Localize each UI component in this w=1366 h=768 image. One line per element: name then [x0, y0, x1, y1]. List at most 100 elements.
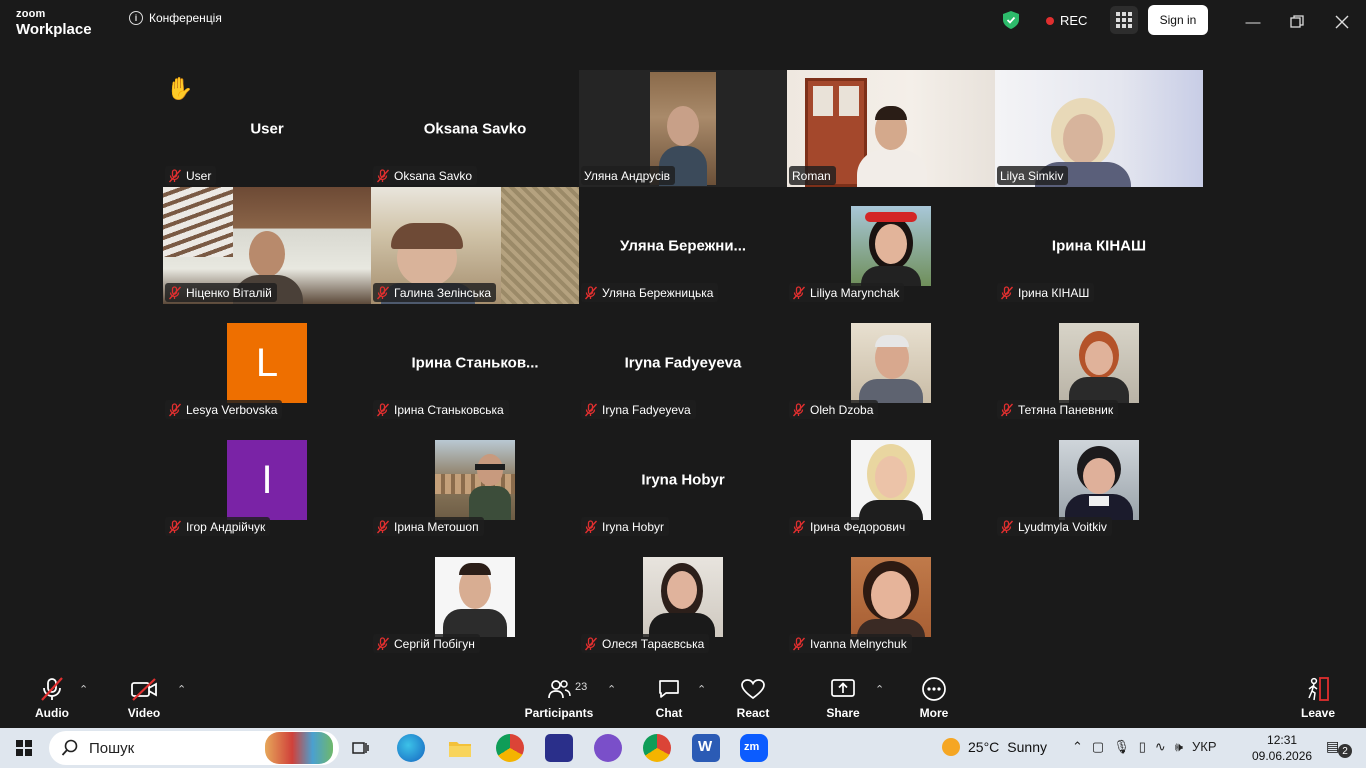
participant-tile[interactable]: Lyudmyla Voitkiv [995, 421, 1203, 538]
taskbar-clock[interactable]: 12:31 09.06.2026 [1252, 732, 1312, 764]
participant-nametag: Олеся Тараєвська [581, 634, 710, 653]
close-icon[interactable] [1330, 10, 1354, 34]
participant-tile[interactable]: Roman [787, 70, 995, 187]
chevron-up-icon[interactable]: ⌃ [1072, 739, 1083, 755]
react-button[interactable]: React [718, 676, 788, 720]
mic-muted-icon [1000, 402, 1014, 417]
file-explorer-icon[interactable] [446, 734, 474, 762]
participant-nametag: Ivanna Melnychuk [789, 634, 912, 653]
participant-tile[interactable]: Ivanna Melnychuk [787, 538, 995, 655]
minimize-icon[interactable]: — [1241, 10, 1265, 34]
participant-tile[interactable]: Iryna Hobyr Iryna Hobyr [579, 421, 787, 538]
participant-nametag: Галина Зелінська [373, 283, 497, 302]
windows-start-icon[interactable] [16, 740, 32, 756]
participant-nametag: Уляна Бережницька [581, 283, 719, 302]
participant-avatar: I [227, 440, 307, 520]
mic-muted-icon [584, 402, 598, 417]
rec-dot-icon [1046, 16, 1054, 25]
chrome-icon[interactable] [496, 734, 524, 762]
mic-muted-icon [376, 519, 390, 534]
mic-muted-icon [792, 519, 806, 534]
meeting-toolbar: Audio ⌃ Video ⌃ Participants ⌃ Chat ⌃ Re… [0, 669, 1366, 728]
participant-tile[interactable]: Галина Зелінська [371, 187, 579, 304]
windows-taskbar: Пошук W zm 25°C Sunny ⌃ ▢ 🎙 ▯ ∿ 🕪 УКР 12… [0, 728, 1366, 768]
participant-nametag: Roman [789, 166, 836, 185]
meeting-info-button[interactable]: i Конференція [129, 11, 222, 25]
participant-tile[interactable]: Ніценко Віталій [163, 187, 371, 304]
weather-widget[interactable]: 25°C Sunny [942, 738, 1047, 756]
mic-muted-icon [1000, 519, 1014, 534]
edge-browser-icon[interactable] [397, 734, 425, 762]
wifi-icon[interactable]: ∿ [1155, 739, 1166, 755]
participant-tile[interactable]: ✋ User User [163, 70, 371, 187]
notification-count: 2 [1338, 744, 1352, 758]
participant-nametag: Ірина Метошоп [373, 517, 484, 536]
participant-nametag: Ірина Федорович [789, 517, 911, 536]
sun-icon [942, 738, 960, 756]
mic-muted-icon [792, 285, 806, 300]
participant-tile[interactable]: Ірина Станьков... Ірина Станьковська [371, 304, 579, 421]
participant-tile[interactable]: L Lesya Verbovska [163, 304, 371, 421]
apps-grid-button[interactable] [1110, 6, 1138, 34]
taskbar-search[interactable]: Пошук [49, 731, 339, 765]
participant-photo [435, 557, 515, 637]
share-options-chevron-icon[interactable]: ⌃ [875, 683, 884, 696]
notification-icon[interactable]: ▤ 2 [1326, 738, 1352, 758]
mic-muted-icon [376, 636, 390, 651]
search-highlight-image [265, 732, 333, 764]
audio-button[interactable]: Audio [17, 676, 87, 720]
participant-tile[interactable]: Lilya Simkiv [995, 70, 1203, 187]
mic-muted-icon [792, 402, 806, 417]
participant-tile[interactable]: I Ігор Андрійчук [163, 421, 371, 538]
viber-icon[interactable] [594, 734, 622, 762]
share-screen-icon [831, 679, 855, 697]
participant-tile[interactable]: Олеся Тараєвська [579, 538, 787, 655]
participant-tile[interactable]: Ірина Метошоп [371, 421, 579, 538]
participant-tile-speaking[interactable]: Уляна Андрусів [579, 70, 787, 187]
participant-photo [851, 206, 931, 286]
language-indicator[interactable]: УКР [1192, 739, 1217, 755]
more-icon [922, 677, 946, 701]
participant-tile[interactable]: Сергій Побігун [371, 538, 579, 655]
mic-muted-icon [1000, 285, 1014, 300]
volume-icon[interactable]: 🕪 [1175, 739, 1183, 755]
participant-tile[interactable]: Уляна Бережни... Уляна Бережницька [579, 187, 787, 304]
participant-photo [851, 440, 931, 520]
participant-tile[interactable]: Iryna Fadyeyeva Iryna Fadyeyeva [579, 304, 787, 421]
audio-options-chevron-icon[interactable]: ⌃ [79, 683, 88, 696]
video-button[interactable]: Video [109, 676, 179, 720]
participant-nametag: Lyudmyla Voitkiv [997, 517, 1112, 536]
mic-off-icon [41, 677, 63, 701]
participant-photo [851, 323, 931, 403]
participants-options-chevron-icon[interactable]: ⌃ [607, 683, 616, 696]
shield-check-icon[interactable] [1003, 11, 1019, 29]
participant-nametag: Ігор Андрійчук [165, 517, 271, 536]
device-icon[interactable]: ▢ [1092, 739, 1104, 755]
zoom-app-icon[interactable]: zm [740, 734, 768, 762]
participant-count: 23 [575, 681, 588, 693]
more-button[interactable]: More [899, 676, 969, 720]
task-view-icon[interactable] [346, 734, 374, 762]
leave-button[interactable]: Leave [1283, 676, 1353, 720]
participant-tile[interactable]: Liliya Marynchak [787, 187, 995, 304]
battery-icon[interactable]: ▯ [1139, 739, 1146, 755]
chrome-profile-icon[interactable] [643, 734, 671, 762]
participant-tile[interactable]: Ірина Федорович [787, 421, 995, 538]
participant-tile[interactable]: Тетяна Паневник [995, 304, 1203, 421]
video-options-chevron-icon[interactable]: ⌃ [177, 683, 186, 696]
mic-muted-icon [376, 285, 390, 300]
participant-tile[interactable]: Ірина КІНАШ Ірина КІНАШ [995, 187, 1203, 304]
sign-in-button[interactable]: Sign in [1148, 5, 1208, 35]
save-app-icon[interactable] [545, 734, 573, 762]
chat-button[interactable]: Chat [634, 676, 704, 720]
info-icon: i [129, 11, 143, 25]
recording-indicator[interactable]: REC [1046, 13, 1087, 28]
microphone-icon[interactable]: 🎙 [1113, 739, 1130, 755]
participant-tile[interactable]: Oleh Dzoba [787, 304, 995, 421]
restore-icon[interactable] [1285, 10, 1309, 34]
heart-icon [741, 679, 765, 700]
participant-tile[interactable]: Oksana Savko Oksana Savko [371, 70, 579, 187]
share-button[interactable]: Share [808, 676, 878, 720]
word-icon[interactable]: W [692, 734, 720, 762]
chat-options-chevron-icon[interactable]: ⌃ [697, 683, 706, 696]
